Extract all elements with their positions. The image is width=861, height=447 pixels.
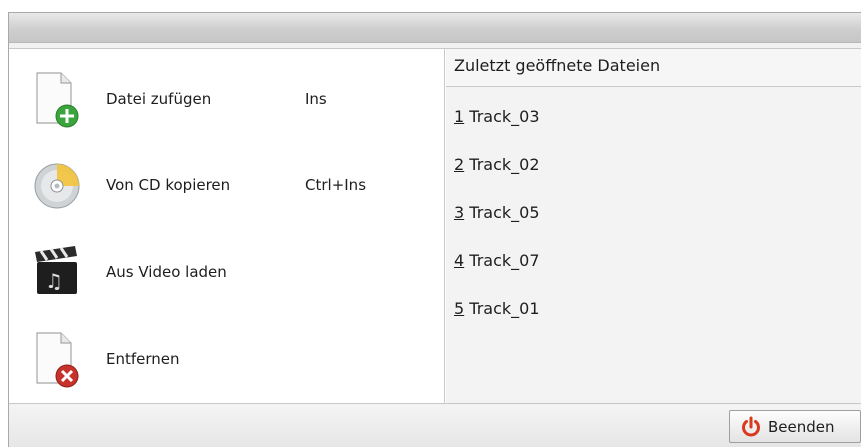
video-clapper-icon: ♫ xyxy=(31,242,83,302)
panel-footer: Beenden xyxy=(9,405,861,447)
recent-file-item[interactable]: 1 Track_03 xyxy=(454,107,540,155)
recent-files-title: Zuletzt geöffnete Dateien xyxy=(446,49,861,87)
recent-file-number: 2 xyxy=(454,155,465,174)
recent-file-number: 5 xyxy=(454,299,465,318)
add-file-icon xyxy=(31,69,83,129)
cd-icon xyxy=(31,155,83,215)
menu-item-load-video[interactable]: ♫ Aus Video laden xyxy=(9,232,439,312)
recent-file-item[interactable]: 5 Track_01 xyxy=(454,299,540,347)
menu-item-label: Entfernen xyxy=(106,350,180,368)
remove-file-icon xyxy=(31,329,83,389)
menu-item-shortcut: Ctrl+Ins xyxy=(305,176,367,194)
menu-item-add-file[interactable]: Datei zufügen Ins xyxy=(9,59,439,139)
recent-file-name: Track_02 xyxy=(469,155,540,174)
recent-files-list: 1 Track_03 2 Track_02 3 Track_05 4 Track… xyxy=(454,107,540,347)
menu-item-label: Aus Video laden xyxy=(106,263,227,281)
quit-button-label: Beenden xyxy=(768,417,835,436)
recent-file-name: Track_01 xyxy=(469,299,540,318)
app-menu-panel: Datei zufügen Ins Von CD kopieren Ctrl+I… xyxy=(8,12,861,447)
recent-file-item[interactable]: 2 Track_02 xyxy=(454,155,540,203)
menu-item-label: Datei zufügen xyxy=(106,90,212,108)
panel-content: Datei zufügen Ins Von CD kopieren Ctrl+I… xyxy=(9,48,861,404)
recent-file-number: 4 xyxy=(454,251,465,270)
recent-file-number: 3 xyxy=(454,203,465,222)
recent-file-item[interactable]: 4 Track_07 xyxy=(454,251,540,299)
recent-file-number: 1 xyxy=(454,107,465,126)
menu-item-remove[interactable]: Entfernen xyxy=(9,319,439,399)
svg-text:♫: ♫ xyxy=(45,269,63,293)
recent-file-name: Track_05 xyxy=(469,203,540,222)
actions-pane: Datei zufügen Ins Von CD kopieren Ctrl+I… xyxy=(9,49,445,403)
menu-item-copy-cd[interactable]: Von CD kopieren Ctrl+Ins xyxy=(9,145,439,225)
recent-file-item[interactable]: 3 Track_05 xyxy=(454,203,540,251)
quit-button[interactable]: Beenden xyxy=(729,410,861,443)
recent-files-pane: Zuletzt geöffnete Dateien 1 Track_03 2 T… xyxy=(446,49,861,403)
recent-file-name: Track_07 xyxy=(469,251,540,270)
power-icon xyxy=(740,416,762,438)
panel-titlebar xyxy=(9,13,861,43)
menu-item-label: Von CD kopieren xyxy=(106,176,231,194)
menu-item-shortcut: Ins xyxy=(305,90,327,108)
recent-file-name: Track_03 xyxy=(469,107,540,126)
